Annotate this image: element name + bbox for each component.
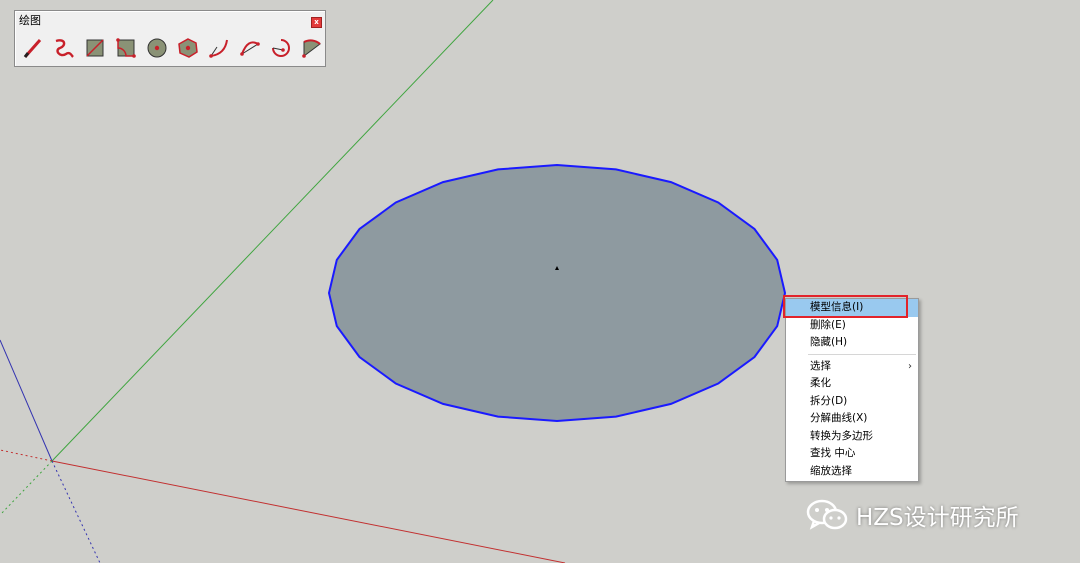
menu-item-soften[interactable]: 柔化: [786, 375, 918, 393]
line-tool-button[interactable]: [19, 35, 47, 61]
rotated-rectangle-tool-button[interactable]: [112, 35, 140, 61]
menu-item-label: 柔化: [810, 377, 831, 389]
menu-item-label: 查找 中心: [810, 447, 856, 459]
menu-item-label: 拆分(D): [810, 394, 848, 407]
menu-item-delete[interactable]: 删除(E): [786, 317, 918, 335]
watermark: HZS设计研究所: [806, 498, 1019, 532]
two-point-arc-tool-button[interactable]: [236, 35, 264, 61]
toolbar-title: 绘图: [19, 14, 41, 27]
circle-face[interactable]: [327, 163, 787, 423]
menu-item-label: 转换为多边形: [810, 429, 873, 442]
pie-icon: [302, 39, 321, 58]
red-axis-dotted: [0, 449, 53, 462]
menu-item-label: 选择: [810, 359, 831, 372]
menu-item-convert-to-polygon[interactable]: 转换为多边形: [786, 428, 918, 446]
rectangle-icon: [86, 39, 104, 57]
menu-item-label: 分解曲线(X): [810, 412, 868, 424]
rotated-rectangle-icon: [116, 38, 136, 58]
blue-axis-dotted: [51, 460, 101, 563]
menu-item-hide[interactable]: 隐藏(H): [786, 334, 918, 352]
menu-separator: [808, 353, 916, 355]
menu-item-label: 缩放选择: [810, 464, 852, 477]
menu-item-find-center[interactable]: 查找 中心: [786, 445, 918, 463]
freehand-icon: [55, 39, 74, 58]
two-point-arc-icon: [240, 41, 260, 56]
context-menu: 模型信息(I) 删除(E) 隐藏(H) 选择 › 柔化 拆分(D) 分解曲线(X…: [785, 298, 919, 482]
menu-item-label: 删除(E): [810, 318, 846, 331]
menu-item-zoom-selection[interactable]: 缩放选择: [786, 463, 918, 481]
red-axis: [51, 460, 566, 563]
green-axis-dotted: [0, 460, 53, 516]
menu-item-label: 模型信息(I): [810, 301, 864, 313]
blue-axis: [0, 339, 53, 462]
submenu-arrow-icon: ›: [908, 360, 912, 372]
rectangle-tool-button[interactable]: [81, 35, 109, 61]
drawing-toolbar: 绘图 x: [14, 10, 326, 67]
arc-icon: [209, 39, 228, 58]
three-point-arc-icon: [272, 39, 290, 57]
polygon-icon: [178, 38, 198, 58]
wechat-icon: [806, 499, 848, 530]
watermark-text: HZS设计研究所: [856, 505, 1019, 531]
three-point-arc-tool-button[interactable]: [267, 35, 295, 61]
menu-item-explode-curve[interactable]: 分解曲线(X): [786, 410, 918, 428]
polygon-tool-button[interactable]: [174, 35, 202, 61]
arc-tool-button[interactable]: [205, 35, 233, 61]
pie-tool-button[interactable]: [298, 35, 326, 61]
menu-item-explode[interactable]: 拆分(D): [786, 393, 918, 411]
pencil-line-icon: [23, 39, 42, 58]
circle-icon: [147, 38, 167, 58]
freehand-tool-button[interactable]: [50, 35, 78, 61]
menu-item-model-info[interactable]: 模型信息(I): [786, 299, 918, 317]
menu-item-select[interactable]: 选择 ›: [786, 358, 918, 376]
tool-row: [19, 35, 326, 61]
circle-tool-button[interactable]: [143, 35, 171, 61]
toolbar-close-button[interactable]: x: [311, 17, 322, 28]
menu-item-label: 隐藏(H): [810, 336, 848, 348]
